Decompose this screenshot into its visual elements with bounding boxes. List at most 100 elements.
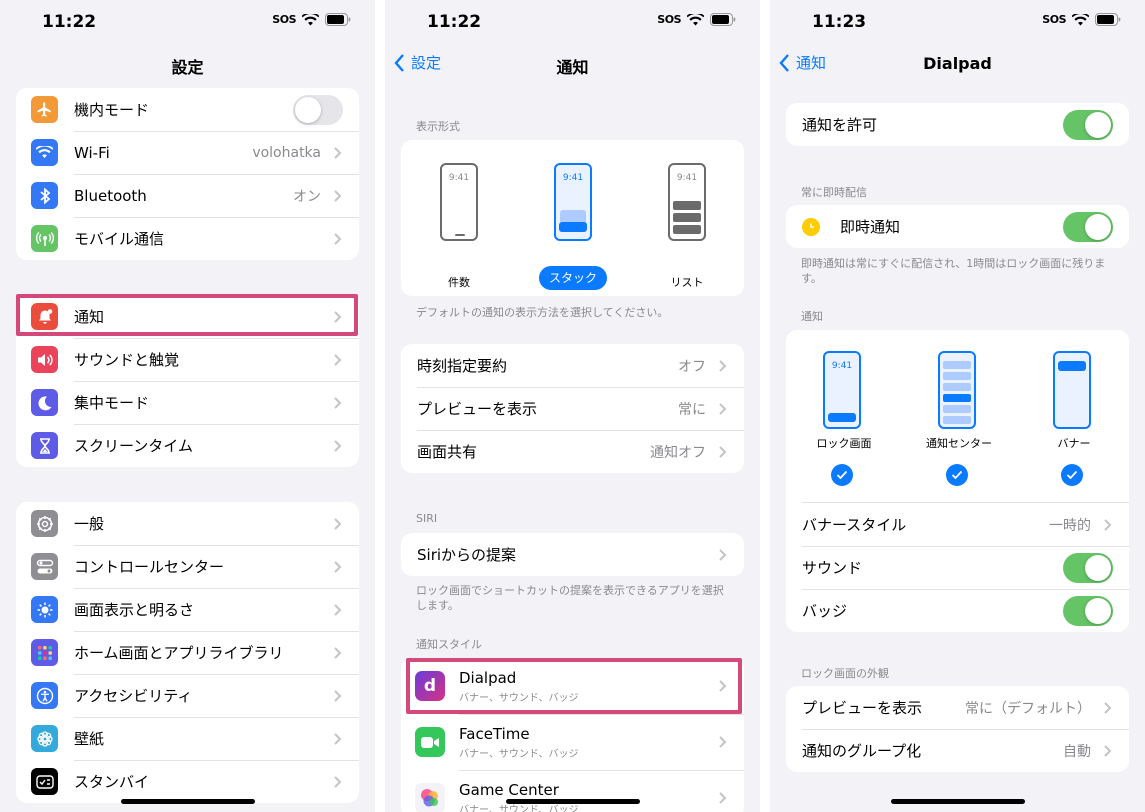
speaker-icon [31, 346, 58, 373]
chevron-right-icon [1104, 744, 1112, 757]
style-option-count[interactable]: 9:41 件数 [421, 160, 497, 289]
phone-preview: 9:41 [823, 351, 861, 429]
home-indicator[interactable] [890, 799, 1025, 804]
wifi-icon [31, 139, 58, 166]
settings-row-display[interactable]: 画面表示と明るさ [16, 588, 359, 631]
row-screen-sharing[interactable]: 画面共有 通知オフ [401, 430, 744, 473]
status-time: 11:22 [427, 12, 482, 32]
settings-row-cellular[interactable]: モバイル通信 [16, 217, 359, 260]
alerts-group: 9:41 ロック画面 通知センター バナー バナースタイル 一時的 サウンド バ… [786, 330, 1129, 632]
accessibility-icon [31, 682, 58, 709]
chevron-right-icon [334, 146, 342, 159]
settings-screen: 11:22 SOS 設定 機内モード Wi-Fi volohatka Bluet… [0, 0, 375, 812]
sun-icon [31, 596, 58, 623]
immediate-group: 即時通知 [786, 205, 1129, 248]
row-label: 通知のグループ化 [802, 742, 922, 760]
alert-option-notification-center[interactable]: 通知センター [915, 348, 1003, 488]
settings-row-wifi[interactable]: Wi-Fi volohatka [16, 131, 359, 174]
badges-toggle[interactable] [1063, 595, 1113, 626]
battery-icon [710, 13, 736, 26]
row-show-previews[interactable]: プレビューを表示 常に [401, 387, 744, 430]
notifications-screen: 11:22 SOS 設定 通知 表示形式 9:41 件数 9:41 スタック 9… [385, 0, 760, 812]
chevron-right-icon [719, 792, 727, 804]
allow-notifications-toggle[interactable] [1063, 109, 1113, 140]
facetime-app-icon [415, 727, 445, 757]
row-label: 集中モード [74, 394, 150, 412]
page-title: Dialpad [923, 54, 992, 73]
alert-option-banner[interactable]: バナー [1030, 348, 1118, 488]
row-banner-style[interactable]: バナースタイル 一時的 [786, 503, 1129, 546]
airplane-toggle[interactable] [293, 94, 343, 125]
row-label: サウンドと触覚 [74, 351, 180, 369]
section-header: 表示形式 [416, 120, 460, 133]
section-header: 通知スタイル [416, 638, 482, 651]
summary-group: 時刻指定要約 オフ プレビューを表示 常に 画面共有 通知オフ [401, 344, 744, 473]
page-title: 通知 [556, 58, 589, 77]
game-center-app-icon [415, 783, 445, 812]
settings-row-general[interactable]: 一般 [16, 502, 359, 545]
settings-row-screen-time[interactable]: スクリーンタイム [16, 424, 359, 467]
row-label: 時刻指定要約 [417, 357, 508, 375]
status-time: 11:22 [42, 12, 97, 32]
row-label: プレビューを表示 [802, 699, 923, 717]
chevron-right-icon [719, 445, 727, 458]
row-label: コントロールセンター [74, 558, 225, 576]
antenna-icon [31, 225, 58, 252]
row-label: バナースタイル [802, 516, 907, 534]
row-label: 一般 [74, 515, 105, 533]
style-option-list[interactable]: 9:41 リスト [649, 160, 725, 289]
row-siri-suggestions[interactable]: Siriからの提案 [401, 533, 744, 576]
app-name: FaceTime [459, 724, 530, 743]
style-option-stack[interactable]: 9:41 スタック [535, 160, 611, 290]
section-header: 常に即時配信 [801, 186, 867, 199]
app-row-game-center[interactable]: Game Center バナー、サウンド、バッジ [401, 770, 744, 812]
row-notification-grouping[interactable]: 通知のグループ化 自動 [786, 729, 1129, 772]
row-label: Bluetooth [74, 186, 147, 205]
settings-row-control-center[interactable]: コントロールセンター [16, 545, 359, 588]
alert-option-lock-screen[interactable]: 9:41 ロック画面 [800, 348, 888, 488]
settings-row-home-screen[interactable]: ホーム画面とアプリライブラリ [16, 631, 359, 674]
row-label: スタンバイ [74, 773, 150, 791]
phone-preview [938, 351, 976, 429]
chevron-right-icon [334, 775, 342, 788]
app-name: Game Center [459, 780, 559, 799]
preview-clock: 9:41 [831, 361, 853, 371]
sounds-toggle[interactable] [1063, 552, 1113, 583]
section-footer: 即時通知は常にすぐに配信され、1時間はロック画面に残ります。 [801, 257, 1106, 285]
row-scheduled-summary[interactable]: 時刻指定要約 オフ [401, 344, 744, 387]
chevron-right-icon [334, 396, 342, 409]
section-header: 通知 [801, 310, 823, 323]
row-show-previews[interactable]: プレビューを表示 常に（デフォルト） [786, 686, 1129, 729]
siri-group: Siriからの提案 [401, 533, 744, 576]
row-label: スクリーンタイム [74, 437, 193, 455]
chevron-right-icon [1104, 701, 1112, 714]
section-footer: デフォルトの通知の表示方法を選択してください。 [416, 306, 669, 319]
time-sensitive-toggle[interactable] [1063, 211, 1113, 242]
row-label: アクセシビリティ [74, 687, 193, 705]
highlight-box [406, 658, 742, 714]
app-row-facetime[interactable]: FaceTime バナー、サウンド、バッジ [401, 714, 744, 770]
standby-icon [31, 768, 58, 795]
settings-row-focus[interactable]: 集中モード [16, 381, 359, 424]
section-header: SIRI [416, 512, 438, 525]
settings-row-standby[interactable]: スタンバイ [16, 760, 359, 803]
chevron-right-icon [334, 353, 342, 366]
nav-bar: 設定 通知 [385, 44, 760, 88]
page-title: 設定 [171, 58, 204, 77]
home-indicator[interactable] [120, 799, 255, 804]
chevron-right-icon [719, 402, 727, 415]
settings-row-bluetooth[interactable]: Bluetooth オン [16, 174, 359, 217]
settings-row-sounds[interactable]: サウンドと触覚 [16, 338, 359, 381]
row-value: オフ [678, 358, 706, 375]
chevron-right-icon [719, 359, 727, 372]
wifi-status-icon [1072, 13, 1089, 25]
checkmark-icon [1061, 464, 1083, 486]
chevron-right-icon [334, 517, 342, 530]
settings-row-accessibility[interactable]: アクセシビリティ [16, 674, 359, 717]
row-sounds: サウンド [786, 546, 1129, 589]
home-indicator[interactable] [505, 799, 640, 804]
hourglass-icon [31, 432, 58, 459]
settings-row-airplane[interactable]: 機内モード [16, 88, 359, 131]
settings-row-wallpaper[interactable]: 壁紙 [16, 717, 359, 760]
connectivity-group: 機内モード Wi-Fi volohatka Bluetooth オン モバイル通… [16, 88, 359, 260]
